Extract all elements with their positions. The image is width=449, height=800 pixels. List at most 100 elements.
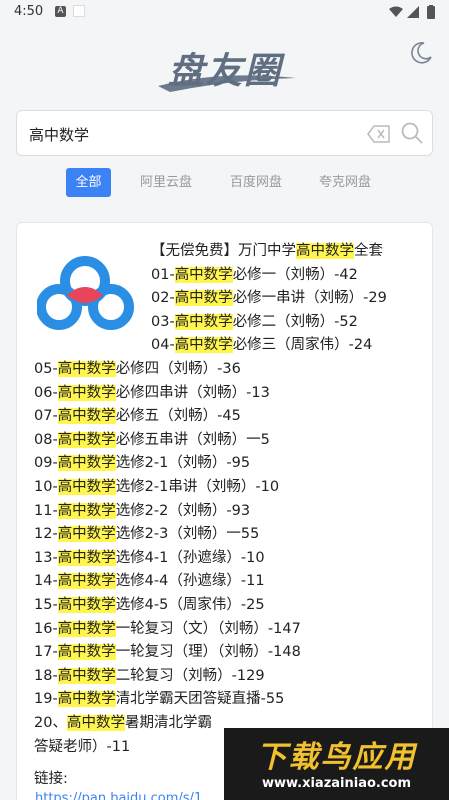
notification-square-icon (73, 5, 85, 17)
line-suffix: 选修2-2（刘畅）-93 (115, 502, 251, 519)
line-suffix: 必修四串讲（刘畅）-13 (115, 384, 270, 401)
result-line: 03-高中数学必修二（刘畅）-52 (151, 312, 358, 332)
line-prefix: 05- (34, 361, 58, 377)
keyword-highlight: 高中数学 (57, 455, 116, 472)
keyword-highlight: 高中数学 (57, 644, 116, 661)
line-prefix: 15- (34, 597, 58, 613)
line-prefix: 【无偿免费】万门中学 (151, 243, 296, 259)
status-icons (389, 5, 435, 19)
line-suffix: 选修2-1串讲（刘畅）-10 (115, 479, 280, 495)
watermark-url: www.xiazainiao.com (261, 776, 412, 791)
line-prefix: 08- (34, 431, 58, 448)
keyword-highlight: 高中数学 (57, 361, 116, 377)
result-line: 10-高中数学选修2-1串讲（刘畅）-10 (34, 477, 279, 497)
search-input[interactable] (29, 121, 349, 147)
line-suffix: 必修四（刘畅）-36 (115, 361, 241, 377)
keyword-highlight: 高中数学 (296, 243, 354, 259)
keyword-highlight: 高中数学 (57, 549, 116, 566)
search-icon[interactable] (400, 121, 424, 145)
watermark-title: 下载鸟应用 (256, 740, 417, 775)
line-prefix: 12- (34, 526, 58, 543)
status-bar: 4:50 A (0, 0, 449, 24)
result-line: 09-高中数学选修2-1（刘畅）-95 (34, 453, 250, 473)
line-suffix: 选修2-3（刘畅）一55 (115, 526, 260, 543)
result-line: 14-高中数学选修4-4（孙遮缘）-11 (34, 571, 265, 591)
keyword-highlight: 高中数学 (57, 384, 116, 401)
keyword-highlight: 高中数学 (57, 502, 116, 519)
keyword-highlight: 高中数学 (57, 620, 116, 637)
line-prefix: 01- (151, 266, 175, 283)
keyword-highlight: 高中数学 (57, 431, 116, 448)
keyword-highlight: 高中数学 (57, 408, 116, 425)
battery-icon (427, 6, 435, 19)
tab-all[interactable]: 全部 (66, 168, 111, 197)
wifi-icon (389, 6, 403, 17)
logo-text: 盘友圈 (167, 50, 282, 92)
watermark-banner: 下载鸟应用 www.xiazainiao.com (224, 728, 449, 800)
keyword-highlight: 高中数学 (66, 715, 125, 731)
line-prefix: 07- (34, 408, 58, 425)
app-logo: 盘友圈 (150, 42, 300, 98)
link-label: 链接: (34, 771, 68, 787)
line-prefix: 14- (34, 573, 58, 590)
tab-baidu[interactable]: 百度网盘 (222, 168, 290, 197)
line-prefix: 13- (34, 549, 58, 566)
result-link[interactable]: https://pan.baidu.com/s/1... (35, 791, 215, 800)
result-line: 15-高中数学选修4-5（周家伟）-25 (34, 595, 265, 615)
keyword-highlight: 高中数学 (174, 290, 233, 307)
line-suffix: 必修一（刘畅）-42 (232, 266, 358, 283)
baidu-netdisk-logo (37, 256, 134, 330)
result-line: 06-高中数学必修四串讲（刘畅）-13 (34, 383, 270, 403)
line-suffix: 必修五串讲（刘畅）一5 (115, 431, 270, 448)
line-suffix: 必修五（刘畅）-45 (115, 408, 241, 425)
result-card[interactable]: 【无偿免费】万门中学高中数学全套 01-高中数学必修一（刘畅）-42 02-高中数学… (16, 222, 433, 800)
line-suffix: 一轮复习（理）（刘畅）-148 (115, 644, 301, 661)
keyword-highlight: 高中数学 (57, 691, 116, 708)
keyword-highlight: 高中数学 (57, 573, 116, 590)
result-line: 19-高中数学清北学霸天团答疑直播-55 (34, 689, 284, 709)
line-suffix: 必修二（刘畅）-52 (232, 313, 358, 330)
result-line: 01-高中数学必修一（刘畅）-42 (151, 265, 358, 285)
result-line: 11-高中数学选修2-2（刘畅）-93 (34, 501, 250, 521)
keyword-highlight: 高中数学 (57, 479, 116, 495)
keyword-highlight: 高中数学 (174, 337, 233, 354)
result-line: 05-高中数学必修四（刘畅）-36 (34, 359, 241, 379)
result-line: 08-高中数学必修五串讲（刘畅）一5 (34, 430, 270, 450)
tab-quark[interactable]: 夸克网盘 (311, 168, 379, 197)
line-suffix: 暑期清北学霸 (124, 715, 212, 731)
line-prefix: 16- (34, 620, 58, 637)
result-line: 16-高中数学一轮复习（文）（刘畅）-147 (34, 619, 301, 639)
line-prefix: 18- (34, 667, 58, 684)
result-line: 04-高中数学必修三（周家伟）-24 (151, 335, 372, 355)
keyword-highlight: 高中数学 (174, 313, 233, 330)
dark-mode-moon-icon[interactable] (408, 40, 434, 66)
line-suffix: 选修4-1（孙遮缘）-10 (115, 549, 265, 566)
result-line: 18-高中数学二轮复习（刘畅）-129 (34, 666, 265, 686)
result-line: 02-高中数学必修一串讲（刘畅）-29 (151, 288, 387, 308)
line-prefix: 09- (34, 455, 58, 472)
result-line: 12-高中数学选修2-3（刘畅）一55 (34, 524, 259, 544)
line-prefix: 11- (34, 502, 58, 519)
app-notification-icon: A (55, 6, 66, 17)
search-box (16, 110, 433, 156)
result-line: 20、高中数学暑期清北学霸 (34, 713, 212, 733)
result-line: 【无偿免费】万门中学高中数学全套 (151, 241, 383, 261)
line-suffix: 选修2-1（刘畅）-95 (115, 455, 251, 472)
line-prefix: 02- (151, 290, 175, 307)
tab-aliyun[interactable]: 阿里云盘 (132, 168, 200, 197)
line-prefix: 03- (151, 313, 175, 330)
line-suffix: 全套 (354, 243, 383, 259)
clear-icon[interactable] (367, 124, 391, 144)
line-suffix: 选修4-5（周家伟）-25 (115, 597, 265, 613)
line-prefix: 04- (151, 337, 175, 354)
keyword-highlight: 高中数学 (174, 266, 233, 283)
signal-icon (407, 6, 419, 18)
result-line: 13-高中数学选修4-1（孙遮缘）-10 (34, 548, 265, 568)
result-line: 07-高中数学必修五（刘畅）-45 (34, 406, 241, 426)
keyword-highlight: 高中数学 (57, 667, 116, 684)
line-prefix: 17- (34, 644, 58, 661)
line-suffix: 必修三（周家伟）-24 (232, 337, 373, 354)
result-line: 答疑老师）-11 (34, 737, 130, 757)
keyword-highlight: 高中数学 (57, 597, 116, 613)
line-suffix: 一轮复习（文）（刘畅）-147 (115, 620, 301, 637)
